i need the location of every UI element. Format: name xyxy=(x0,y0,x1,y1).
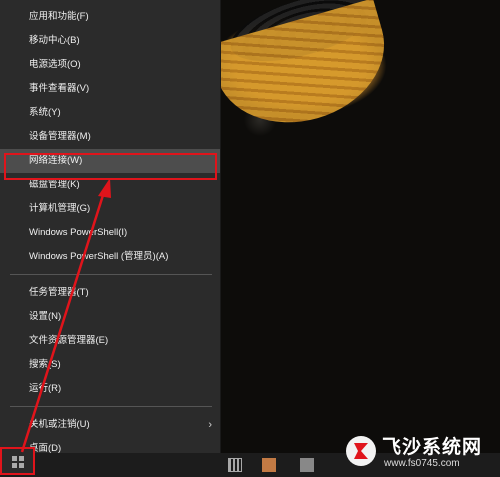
menu-item-mobility-center[interactable]: 移动中心(B) xyxy=(0,29,220,53)
menu-item-label: 磁盘管理(K) xyxy=(29,179,80,190)
wallpaper-basket xyxy=(207,0,401,142)
watermark-url: www.fs0745.com xyxy=(384,458,460,469)
menu-item-powershell-admin[interactable]: Windows PowerShell (管理员)(A) xyxy=(0,245,220,269)
menu-item-system[interactable]: 系统(Y) xyxy=(0,101,220,125)
menu-item-label: Windows PowerShell(I) xyxy=(29,227,128,238)
menu-item-shutdown-signout[interactable]: 关机或注销(U) › xyxy=(0,413,220,437)
calculator-icon[interactable] xyxy=(228,458,242,472)
watermark-title: 飞沙系统网 xyxy=(382,436,483,458)
menu-item-file-explorer[interactable]: 文件资源管理器(E) xyxy=(0,329,220,353)
menu-item-task-manager[interactable]: 任务管理器(T) xyxy=(0,281,220,305)
menu-separator xyxy=(10,274,212,275)
menu-item-label: 事件查看器(V) xyxy=(29,83,90,94)
menu-item-apps-features[interactable]: 应用和功能(F) xyxy=(0,5,220,29)
menu-item-label: 应用和功能(F) xyxy=(29,11,89,22)
menu-item-label: Windows PowerShell (管理员)(A) xyxy=(29,251,169,262)
menu-separator xyxy=(10,406,212,407)
menu-item-device-manager[interactable]: 设备管理器(M) xyxy=(0,125,220,149)
menu-item-label: 设备管理器(M) xyxy=(29,131,91,142)
menu-item-run[interactable]: 运行(R) xyxy=(0,377,220,401)
menu-item-label: 运行(R) xyxy=(29,383,62,394)
taskbar-app-icon[interactable] xyxy=(262,458,276,472)
menu-item-label: 移动中心(B) xyxy=(29,35,80,46)
menu-item-search[interactable]: 搜索(S) xyxy=(0,353,220,377)
menu-item-label: 设置(N) xyxy=(29,311,62,322)
menu-item-label: 系统(Y) xyxy=(29,107,61,118)
menu-item-settings[interactable]: 设置(N) xyxy=(0,305,220,329)
submenu-chevron-icon: › xyxy=(208,419,212,431)
menu-item-label: 关机或注销(U) xyxy=(29,419,90,430)
menu-item-label: 任务管理器(T) xyxy=(29,287,89,298)
menu-item-label: 文件资源管理器(E) xyxy=(29,335,109,346)
menu-item-powershell[interactable]: Windows PowerShell(I) xyxy=(0,221,220,245)
winx-context-menu: 应用和功能(F) 移动中心(B) 电源选项(O) 事件查看器(V) 系统(Y) … xyxy=(0,0,221,460)
annotation-highlight-box xyxy=(4,153,217,180)
watermark-logo-icon xyxy=(346,436,376,466)
start-button[interactable] xyxy=(0,447,35,475)
menu-item-event-viewer[interactable]: 事件查看器(V) xyxy=(0,77,220,101)
taskbar-app-icon[interactable] xyxy=(300,458,314,472)
site-watermark: 飞沙系统网 www.fs0745.com xyxy=(344,430,494,474)
menu-item-power-options[interactable]: 电源选项(O) xyxy=(0,53,220,77)
menu-item-label: 电源选项(O) xyxy=(29,59,81,70)
windows-start-icon xyxy=(12,456,24,468)
menu-item-label: 搜索(S) xyxy=(29,359,61,370)
menu-item-label: 计算机管理(G) xyxy=(29,203,91,214)
menu-item-computer-management[interactable]: 计算机管理(G) xyxy=(0,197,220,221)
